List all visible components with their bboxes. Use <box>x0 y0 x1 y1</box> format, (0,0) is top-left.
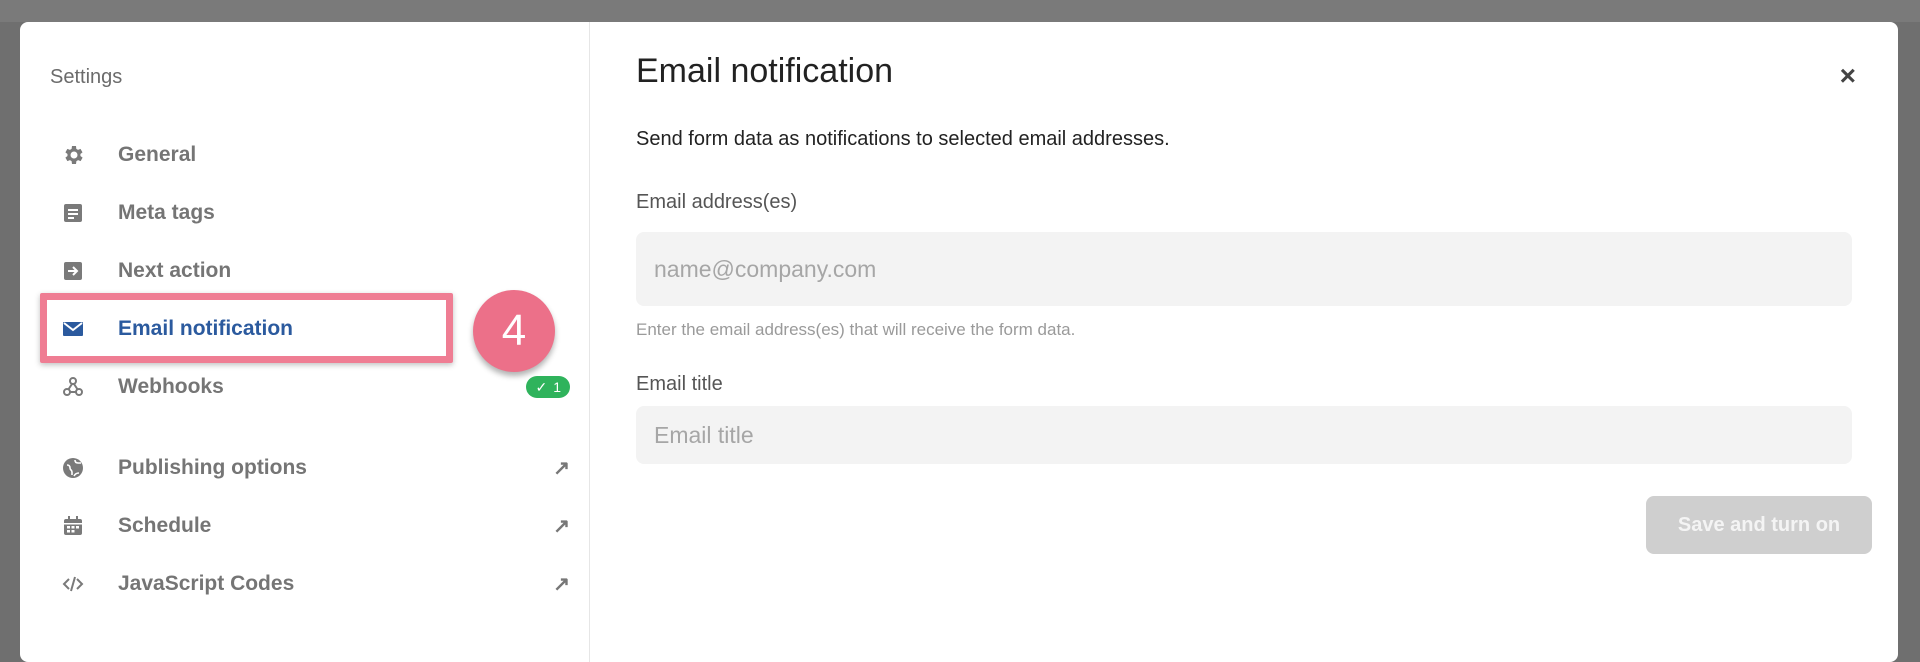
sidebar-item-label: Meta tags <box>118 201 215 224</box>
settings-sidebar: Settings General Meta tags Next action E… <box>20 22 590 662</box>
save-and-turn-on-button[interactable]: Save and turn on <box>1646 496 1872 554</box>
settings-modal: Settings General Meta tags Next action E… <box>20 22 1898 662</box>
panel-description: Send form data as notifications to selec… <box>636 128 1170 150</box>
email-title-field[interactable] <box>636 406 1852 464</box>
sidebar-item-label: Webhooks <box>118 375 224 398</box>
sidebar-item-label: General <box>118 143 197 166</box>
close-icon[interactable]: × <box>1840 60 1856 92</box>
gear-icon <box>60 142 86 168</box>
sidebar-item-next-action[interactable]: Next action <box>60 246 580 296</box>
badge-count: 1 <box>553 379 561 395</box>
external-link-icon: ↗ <box>553 457 570 480</box>
external-link-icon: ↗ <box>553 515 570 538</box>
sidebar-item-label: JavaScript Codes <box>118 572 295 595</box>
sidebar-item-label: Next action <box>118 259 232 282</box>
email-field-label: Email address(es) <box>636 191 798 213</box>
check-icon: ✓ <box>535 378 548 395</box>
sidebar-item-publishing-options[interactable]: Publishing options ↗ <box>60 443 580 493</box>
calendar-icon <box>60 513 86 539</box>
email-notification-panel: Email notification × Send form data as n… <box>590 22 1898 662</box>
sidebar-item-schedule[interactable]: Schedule ↗ <box>60 501 580 551</box>
webhook-icon <box>60 374 86 400</box>
globe-icon <box>60 455 86 481</box>
page-title: Email notification <box>636 52 894 90</box>
sidebar-item-label: Publishing options <box>118 456 307 479</box>
email-title-label: Email title <box>636 373 723 395</box>
sidebar-item-javascript-codes[interactable]: JavaScript Codes ↗ <box>60 559 580 609</box>
arrow-box-icon <box>60 258 86 284</box>
annotation-step-bubble: 4 <box>473 290 555 372</box>
external-link-icon: ↗ <box>553 573 570 596</box>
sidebar-item-meta-tags[interactable]: Meta tags <box>60 188 580 238</box>
annotation-highlight-box <box>40 293 453 363</box>
sidebar-title: Settings <box>50 66 123 88</box>
background-page <box>0 0 1920 22</box>
email-field[interactable] <box>636 232 1852 306</box>
code-icon <box>60 571 86 597</box>
sidebar-item-general[interactable]: General <box>60 130 580 180</box>
sidebar-item-label: Schedule <box>118 514 212 537</box>
email-field-hint: Enter the email address(es) that will re… <box>636 320 1076 339</box>
webhooks-count-badge: ✓ 1 <box>526 376 570 398</box>
document-icon <box>60 200 86 226</box>
